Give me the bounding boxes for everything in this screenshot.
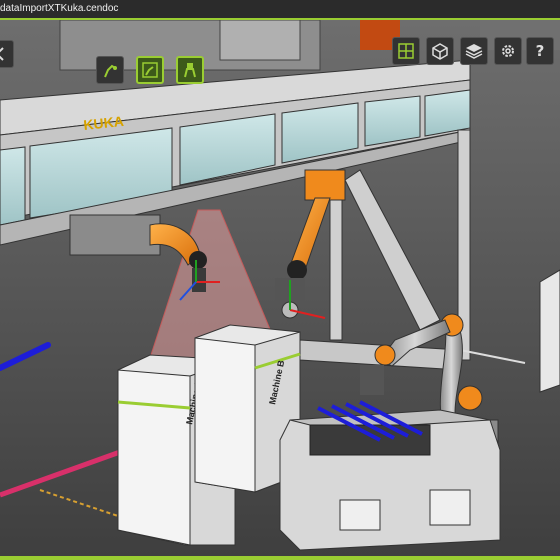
chevron-left-icon (0, 47, 4, 61)
help-button[interactable]: ? (526, 37, 554, 65)
gripper-tool-icon (184, 63, 196, 78)
layout-grid-icon (398, 43, 414, 59)
title-bar: dataImportXTKuka.cendoc (0, 0, 560, 20)
robot-tool-button[interactable] (96, 56, 124, 84)
window-title: dataImportXTKuka.cendoc (0, 3, 119, 14)
settings-button[interactable] (494, 37, 522, 65)
panel-toggle-button[interactable] (0, 40, 14, 68)
robot-program-icon (142, 62, 158, 78)
bottom-accent-bar (0, 556, 560, 560)
gripper-tool-button[interactable] (176, 56, 204, 84)
machine-right-edge[interactable] (539, 269, 560, 393)
cube-view-button[interactable] (426, 37, 454, 65)
agv-cart[interactable] (279, 400, 501, 551)
robot-program-button[interactable] (136, 56, 164, 84)
viewport-3d[interactable]: KUKA Machine A Machine B (0, 20, 560, 556)
cube-view-icon (432, 43, 448, 60)
robot-tool-icon (104, 64, 117, 78)
help-icon: ? (535, 42, 545, 60)
gear-icon (502, 45, 514, 57)
app-window: dataImportXTKuka.cendoc KUKA Machine A M… (0, 0, 560, 560)
layers-button[interactable] (460, 37, 488, 65)
layout-grid-button[interactable] (392, 37, 420, 65)
layers-icon (465, 44, 483, 59)
